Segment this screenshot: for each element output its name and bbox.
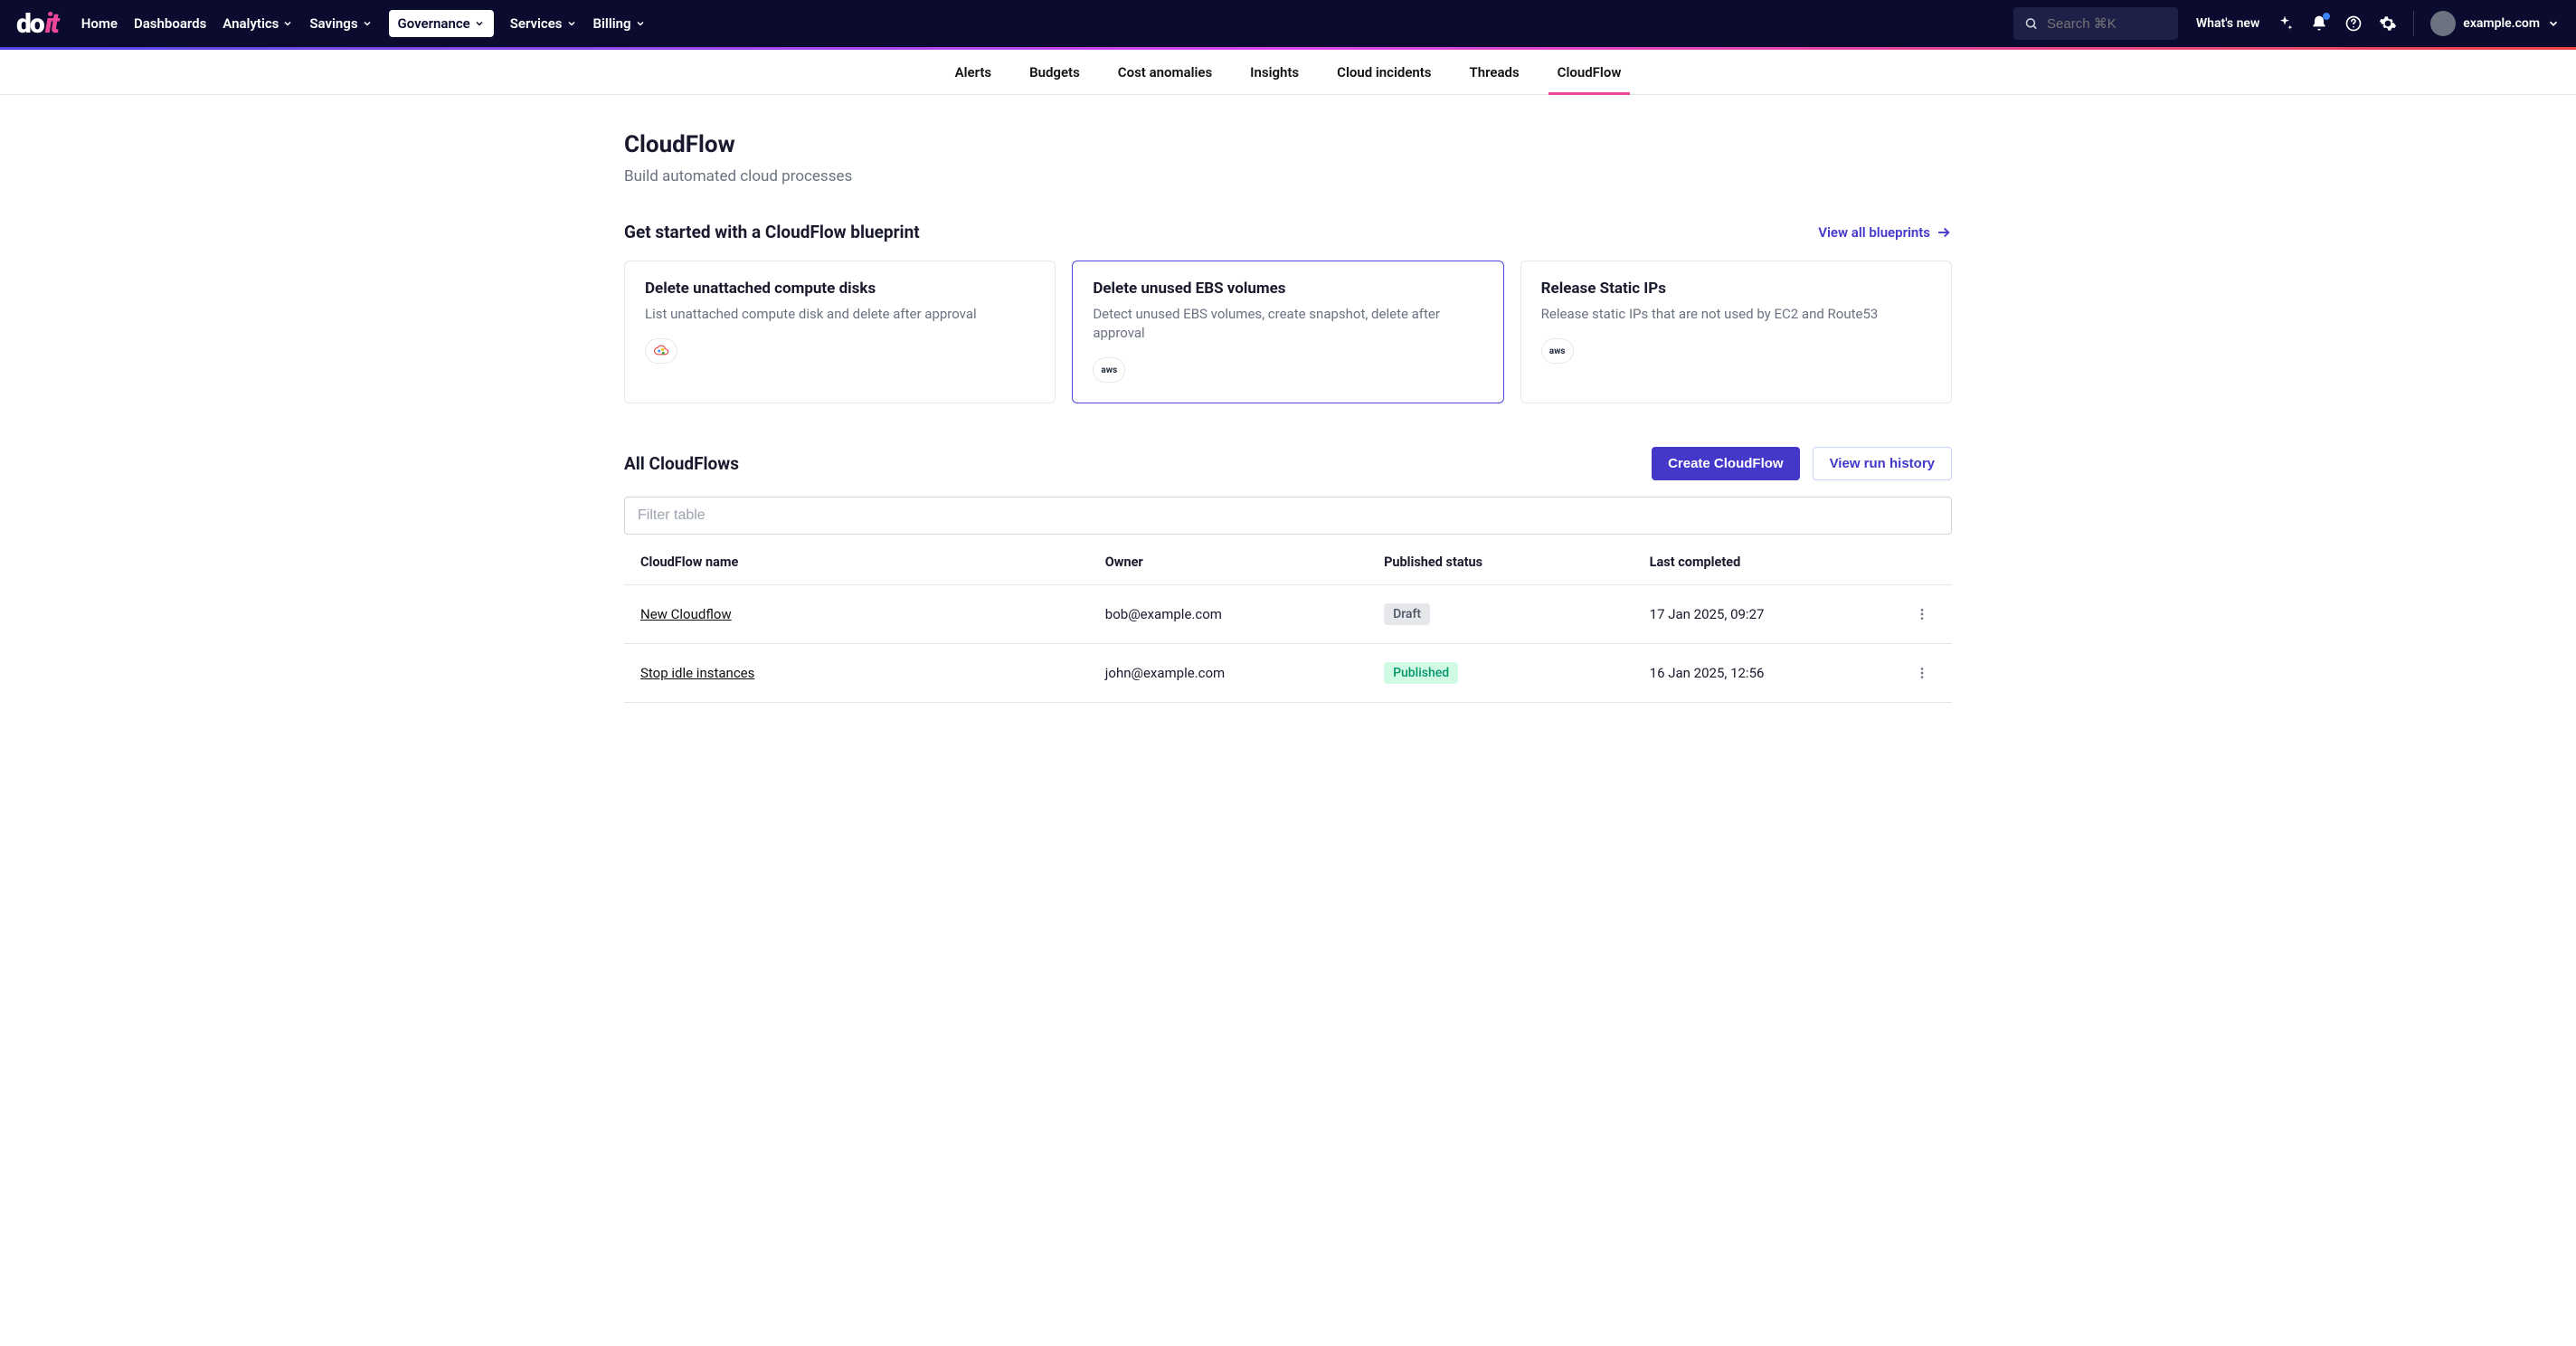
cloudflows-table: CloudFlow name Owner Published status La… — [624, 540, 1952, 703]
nav-label: Services — [510, 15, 563, 32]
blueprint-title: Delete unattached compute disks — [645, 280, 1035, 298]
subnav-threads[interactable]: Threads — [1470, 50, 1520, 94]
blueprint-desc: List unattached compute disk and delete … — [645, 305, 1035, 324]
nav-analytics[interactable]: Analytics — [223, 15, 293, 32]
blueprint-desc: Detect unused EBS volumes, create snapsh… — [1093, 305, 1482, 343]
view-all-label: View all blueprints — [1818, 224, 1930, 241]
chevron-down-icon — [362, 18, 373, 29]
nav-right: What's new example.com — [2196, 11, 2560, 36]
logo-do: do — [16, 8, 43, 40]
nav-links: Home Dashboards Analytics Savings Governance… — [81, 10, 646, 37]
blueprint-desc: Release static IPs that are not used by … — [1541, 305, 1931, 324]
nav-services[interactable]: Services — [510, 15, 577, 32]
blueprints-section-head: Get started with a CloudFlow blueprint V… — [624, 222, 1952, 242]
nav-label: Home — [81, 15, 118, 32]
blueprint-card[interactable]: Delete unattached compute disks List unat… — [624, 261, 1056, 403]
page-subtitle: Build automated cloud processes — [624, 167, 1952, 185]
col-name[interactable]: CloudFlow name — [624, 540, 1089, 585]
nav-savings[interactable]: Savings — [309, 15, 372, 32]
aws-icon: aws — [1093, 357, 1125, 383]
row-menu-button[interactable] — [1899, 644, 1952, 703]
subnav-cloudflow[interactable]: CloudFlow — [1558, 50, 1622, 94]
subnav-cost-anomalies[interactable]: Cost anomalies — [1118, 50, 1212, 94]
chevron-down-icon — [282, 18, 293, 29]
more-vert-icon — [1915, 666, 1929, 680]
table-row: Stop idle instances john@example.com Publi… — [624, 644, 1952, 703]
cell-last: 17 Jan 2025, 09:27 — [1634, 585, 1899, 644]
cell-last: 16 Jan 2025, 12:56 — [1634, 644, 1899, 703]
blueprint-card[interactable]: Release Static IPs Release static IPs tha… — [1520, 261, 1952, 403]
top-navbar: doit Home Dashboards Analytics Savings Gover… — [0, 0, 2576, 47]
search-icon — [2024, 15, 2038, 32]
avatar — [2430, 11, 2456, 36]
gcp-icon — [645, 338, 677, 364]
page-title: CloudFlow — [624, 131, 1952, 158]
search-box[interactable] — [2013, 7, 2178, 40]
filter-table-input[interactable] — [624, 497, 1952, 535]
nav-dashboards[interactable]: Dashboards — [134, 15, 206, 32]
search-input[interactable] — [2047, 16, 2167, 32]
cloudflow-name-link[interactable]: New Cloudflow — [640, 606, 732, 622]
subnav-alerts[interactable]: Alerts — [955, 50, 992, 94]
subnav: Alerts Budgets Cost anomalies Insights Cloud… — [0, 50, 2576, 95]
nav-governance[interactable]: Governance — [389, 10, 494, 37]
status-badge: Draft — [1384, 603, 1430, 625]
col-owner[interactable]: Owner — [1089, 540, 1368, 585]
table-row: New Cloudflow bob@example.com Draft 17 Jan … — [624, 585, 1952, 644]
chevron-down-icon — [2547, 17, 2560, 30]
sparkle-icon[interactable] — [2276, 14, 2294, 33]
nav-label: Dashboards — [134, 15, 206, 32]
account-menu[interactable]: example.com — [2430, 11, 2560, 36]
subnav-budgets[interactable]: Budgets — [1029, 50, 1080, 94]
account-label: example.com — [2463, 16, 2540, 31]
whats-new-link[interactable]: What's new — [2196, 16, 2259, 31]
blueprint-cards: Delete unattached compute disks List unat… — [624, 261, 1952, 403]
row-menu-button[interactable] — [1899, 585, 1952, 644]
status-badge: Published — [1384, 662, 1458, 684]
arrow-right-icon — [1936, 224, 1952, 241]
cell-owner: john@example.com — [1089, 644, 1368, 703]
subnav-cloud-incidents[interactable]: Cloud incidents — [1337, 50, 1431, 94]
gear-icon[interactable] — [2379, 14, 2397, 33]
col-last[interactable]: Last completed — [1634, 540, 1899, 585]
subnav-insights[interactable]: Insights — [1250, 50, 1299, 94]
table-section-head: All CloudFlows Create CloudFlow View run… — [624, 447, 1952, 480]
create-cloudflow-button[interactable]: Create CloudFlow — [1652, 447, 1800, 480]
chevron-down-icon — [635, 18, 646, 29]
blueprint-title: Delete unused EBS volumes — [1093, 280, 1482, 298]
cloudflow-name-link[interactable]: Stop idle instances — [640, 665, 754, 681]
chevron-down-icon — [474, 18, 485, 29]
nav-divider — [2413, 11, 2414, 36]
logo[interactable]: doit — [16, 8, 58, 40]
chevron-down-icon — [566, 18, 577, 29]
aws-icon: aws — [1541, 338, 1574, 364]
blueprint-title: Release Static IPs — [1541, 280, 1931, 298]
nav-label: Billing — [593, 15, 631, 32]
more-vert-icon — [1915, 607, 1929, 621]
blueprints-heading: Get started with a CloudFlow blueprint — [624, 222, 920, 242]
view-all-blueprints-link[interactable]: View all blueprints — [1818, 224, 1952, 241]
nav-label: Savings — [309, 15, 357, 32]
nav-label: Governance — [398, 15, 470, 32]
col-status[interactable]: Published status — [1368, 540, 1634, 585]
nav-home[interactable]: Home — [81, 15, 118, 32]
nav-label: Analytics — [223, 15, 279, 32]
cell-owner: bob@example.com — [1089, 585, 1368, 644]
blueprint-card[interactable]: Delete unused EBS volumes Detect unused E… — [1072, 261, 1503, 403]
page: CloudFlow Build automated cloud processe… — [610, 95, 1966, 739]
bell-icon[interactable] — [2310, 14, 2328, 33]
notification-dot — [2323, 13, 2330, 20]
table-heading: All CloudFlows — [624, 453, 739, 474]
view-run-history-button[interactable]: View run history — [1813, 447, 1952, 480]
logo-it: it — [45, 8, 58, 40]
help-icon[interactable] — [2344, 14, 2363, 33]
nav-billing[interactable]: Billing — [593, 15, 646, 32]
